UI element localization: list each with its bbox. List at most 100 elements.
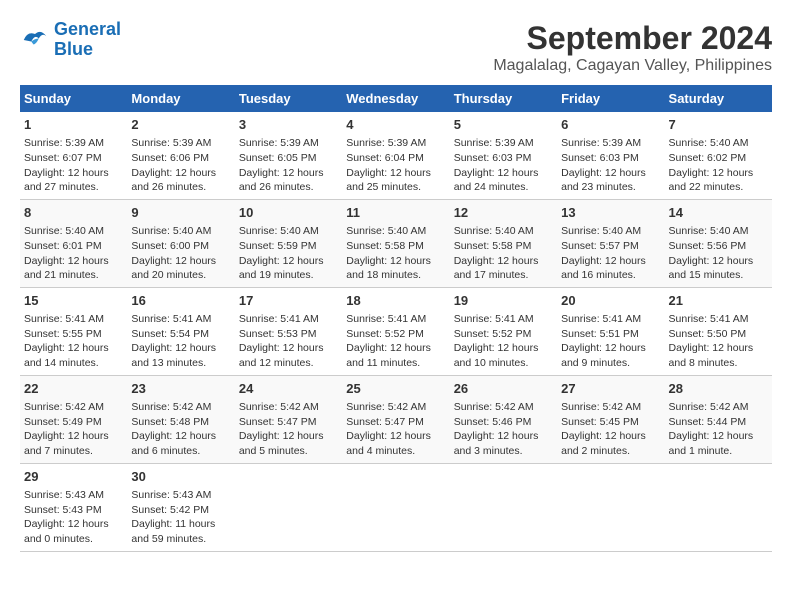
sunrise-text: Sunrise: 5:42 AM xyxy=(669,401,749,413)
sunset-text: Sunset: 5:58 PM xyxy=(346,240,424,252)
calendar-cell: 4 Sunrise: 5:39 AM Sunset: 6:04 PM Dayli… xyxy=(342,112,449,199)
daylight-text: Daylight: 12 hours and 7 minutes. xyxy=(24,430,109,457)
week-row-3: 15 Sunrise: 5:41 AM Sunset: 5:55 PM Dayl… xyxy=(20,287,772,375)
sunrise-text: Sunrise: 5:39 AM xyxy=(131,137,211,149)
day-number: 26 xyxy=(454,380,553,398)
calendar-cell: 5 Sunrise: 5:39 AM Sunset: 6:03 PM Dayli… xyxy=(450,112,557,199)
calendar-cell: 18 Sunrise: 5:41 AM Sunset: 5:52 PM Dayl… xyxy=(342,287,449,375)
daylight-text: Daylight: 12 hours and 13 minutes. xyxy=(131,342,216,369)
sunrise-text: Sunrise: 5:41 AM xyxy=(669,313,749,325)
daylight-text: Daylight: 12 hours and 24 minutes. xyxy=(454,167,539,194)
header-saturday: Saturday xyxy=(665,85,772,112)
sunset-text: Sunset: 6:03 PM xyxy=(561,152,639,164)
daylight-text: Daylight: 12 hours and 1 minute. xyxy=(669,430,754,457)
logo-icon xyxy=(20,25,50,55)
logo-text: General Blue xyxy=(54,20,121,60)
daylight-text: Daylight: 12 hours and 4 minutes. xyxy=(346,430,431,457)
header-monday: Monday xyxy=(127,85,234,112)
calendar-cell xyxy=(665,463,772,551)
header-sunday: Sunday xyxy=(20,85,127,112)
day-number: 12 xyxy=(454,204,553,222)
calendar-cell: 6 Sunrise: 5:39 AM Sunset: 6:03 PM Dayli… xyxy=(557,112,664,199)
daylight-text: Daylight: 12 hours and 11 minutes. xyxy=(346,342,431,369)
month-title: September 2024 xyxy=(493,20,772,57)
daylight-text: Daylight: 12 hours and 0 minutes. xyxy=(24,518,109,545)
day-number: 17 xyxy=(239,292,338,310)
calendar-cell: 12 Sunrise: 5:40 AM Sunset: 5:58 PM Dayl… xyxy=(450,199,557,287)
header-friday: Friday xyxy=(557,85,664,112)
daylight-text: Daylight: 12 hours and 19 minutes. xyxy=(239,255,324,282)
sunset-text: Sunset: 5:55 PM xyxy=(24,328,102,340)
daylight-text: Daylight: 11 hours and 59 minutes. xyxy=(131,518,215,545)
day-number: 25 xyxy=(346,380,445,398)
day-number: 5 xyxy=(454,116,553,134)
sunset-text: Sunset: 5:47 PM xyxy=(239,416,317,428)
week-row-5: 29 Sunrise: 5:43 AM Sunset: 5:43 PM Dayl… xyxy=(20,463,772,551)
daylight-text: Daylight: 12 hours and 26 minutes. xyxy=(239,167,324,194)
sunset-text: Sunset: 5:59 PM xyxy=(239,240,317,252)
header-thursday: Thursday xyxy=(450,85,557,112)
daylight-text: Daylight: 12 hours and 15 minutes. xyxy=(669,255,754,282)
sunset-text: Sunset: 5:49 PM xyxy=(24,416,102,428)
calendar-table: SundayMondayTuesdayWednesdayThursdayFrid… xyxy=(20,85,772,552)
sunset-text: Sunset: 6:03 PM xyxy=(454,152,532,164)
day-number: 9 xyxy=(131,204,230,222)
sunrise-text: Sunrise: 5:40 AM xyxy=(669,137,749,149)
page-header: General Blue September 2024 Magalalag, C… xyxy=(20,20,772,75)
sunrise-text: Sunrise: 5:42 AM xyxy=(346,401,426,413)
sunset-text: Sunset: 6:06 PM xyxy=(131,152,209,164)
daylight-text: Daylight: 12 hours and 23 minutes. xyxy=(561,167,646,194)
sunset-text: Sunset: 5:56 PM xyxy=(669,240,747,252)
header-tuesday: Tuesday xyxy=(235,85,342,112)
sunrise-text: Sunrise: 5:39 AM xyxy=(454,137,534,149)
sunrise-text: Sunrise: 5:39 AM xyxy=(346,137,426,149)
day-number: 7 xyxy=(669,116,768,134)
sunrise-text: Sunrise: 5:39 AM xyxy=(24,137,104,149)
calendar-cell: 3 Sunrise: 5:39 AM Sunset: 6:05 PM Dayli… xyxy=(235,112,342,199)
sunset-text: Sunset: 5:50 PM xyxy=(669,328,747,340)
sunset-text: Sunset: 5:44 PM xyxy=(669,416,747,428)
day-number: 2 xyxy=(131,116,230,134)
sunset-text: Sunset: 6:00 PM xyxy=(131,240,209,252)
sunrise-text: Sunrise: 5:43 AM xyxy=(24,489,104,501)
sunrise-text: Sunrise: 5:41 AM xyxy=(24,313,104,325)
sunset-text: Sunset: 5:42 PM xyxy=(131,504,209,516)
calendar-cell: 16 Sunrise: 5:41 AM Sunset: 5:54 PM Dayl… xyxy=(127,287,234,375)
sunrise-text: Sunrise: 5:41 AM xyxy=(346,313,426,325)
calendar-cell: 10 Sunrise: 5:40 AM Sunset: 5:59 PM Dayl… xyxy=(235,199,342,287)
title-section: September 2024 Magalalag, Cagayan Valley… xyxy=(493,20,772,75)
calendar-cell xyxy=(235,463,342,551)
day-number: 19 xyxy=(454,292,553,310)
calendar-cell: 21 Sunrise: 5:41 AM Sunset: 5:50 PM Dayl… xyxy=(665,287,772,375)
sunrise-text: Sunrise: 5:42 AM xyxy=(24,401,104,413)
calendar-cell xyxy=(450,463,557,551)
calendar-cell: 30 Sunrise: 5:43 AM Sunset: 5:42 PM Dayl… xyxy=(127,463,234,551)
day-number: 27 xyxy=(561,380,660,398)
calendar-cell: 20 Sunrise: 5:41 AM Sunset: 5:51 PM Dayl… xyxy=(557,287,664,375)
calendar-cell: 26 Sunrise: 5:42 AM Sunset: 5:46 PM Dayl… xyxy=(450,375,557,463)
calendar-cell xyxy=(342,463,449,551)
daylight-text: Daylight: 12 hours and 27 minutes. xyxy=(24,167,109,194)
day-number: 8 xyxy=(24,204,123,222)
sunset-text: Sunset: 5:51 PM xyxy=(561,328,639,340)
sunrise-text: Sunrise: 5:39 AM xyxy=(239,137,319,149)
calendar-cell: 29 Sunrise: 5:43 AM Sunset: 5:43 PM Dayl… xyxy=(20,463,127,551)
day-number: 21 xyxy=(669,292,768,310)
sunrise-text: Sunrise: 5:42 AM xyxy=(131,401,211,413)
sunset-text: Sunset: 5:48 PM xyxy=(131,416,209,428)
day-number: 22 xyxy=(24,380,123,398)
calendar-cell: 9 Sunrise: 5:40 AM Sunset: 6:00 PM Dayli… xyxy=(127,199,234,287)
day-number: 6 xyxy=(561,116,660,134)
daylight-text: Daylight: 12 hours and 9 minutes. xyxy=(561,342,646,369)
day-number: 18 xyxy=(346,292,445,310)
calendar-cell: 19 Sunrise: 5:41 AM Sunset: 5:52 PM Dayl… xyxy=(450,287,557,375)
sunrise-text: Sunrise: 5:42 AM xyxy=(454,401,534,413)
calendar-cell: 27 Sunrise: 5:42 AM Sunset: 5:45 PM Dayl… xyxy=(557,375,664,463)
day-number: 10 xyxy=(239,204,338,222)
calendar-cell: 24 Sunrise: 5:42 AM Sunset: 5:47 PM Dayl… xyxy=(235,375,342,463)
calendar-cell: 17 Sunrise: 5:41 AM Sunset: 5:53 PM Dayl… xyxy=(235,287,342,375)
sunrise-text: Sunrise: 5:40 AM xyxy=(454,225,534,237)
sunset-text: Sunset: 6:04 PM xyxy=(346,152,424,164)
day-number: 3 xyxy=(239,116,338,134)
sunset-text: Sunset: 5:58 PM xyxy=(454,240,532,252)
